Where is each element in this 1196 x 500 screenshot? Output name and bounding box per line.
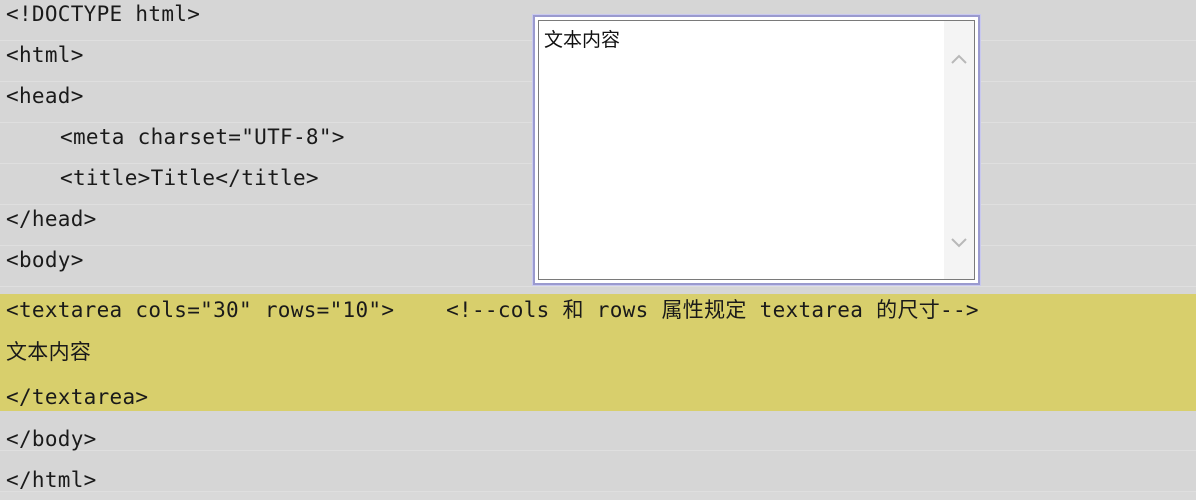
code-line-head-close: </head>: [6, 207, 97, 231]
code-line-html-open: <html>: [6, 43, 84, 67]
code-line-textarea-content: 文本内容: [6, 340, 92, 364]
code-line-html-close: </html>: [6, 468, 97, 492]
code-line-doctype: <!DOCTYPE html>: [6, 2, 201, 26]
code-line-head-open: <head>: [6, 84, 84, 108]
code-line-title: <title>Title</title>: [60, 166, 319, 190]
textarea-field[interactable]: 文本内容: [538, 20, 975, 280]
code-line-body-close: </body>: [6, 427, 97, 451]
textarea-value: 文本内容: [544, 29, 621, 51]
code-line-textarea-close: </textarea>: [6, 385, 149, 409]
vertical-scrollbar[interactable]: [944, 21, 974, 279]
chevron-down-icon[interactable]: [950, 237, 968, 249]
code-line-textarea-open: <textarea cols="30" rows="10"> <!--cols …: [6, 298, 979, 322]
textarea-preview[interactable]: 文本内容: [533, 15, 980, 285]
chevron-up-icon[interactable]: [950, 53, 968, 65]
code-line-body-open: <body>: [6, 248, 84, 272]
code-line-meta: <meta charset="UTF-8">: [60, 125, 345, 149]
